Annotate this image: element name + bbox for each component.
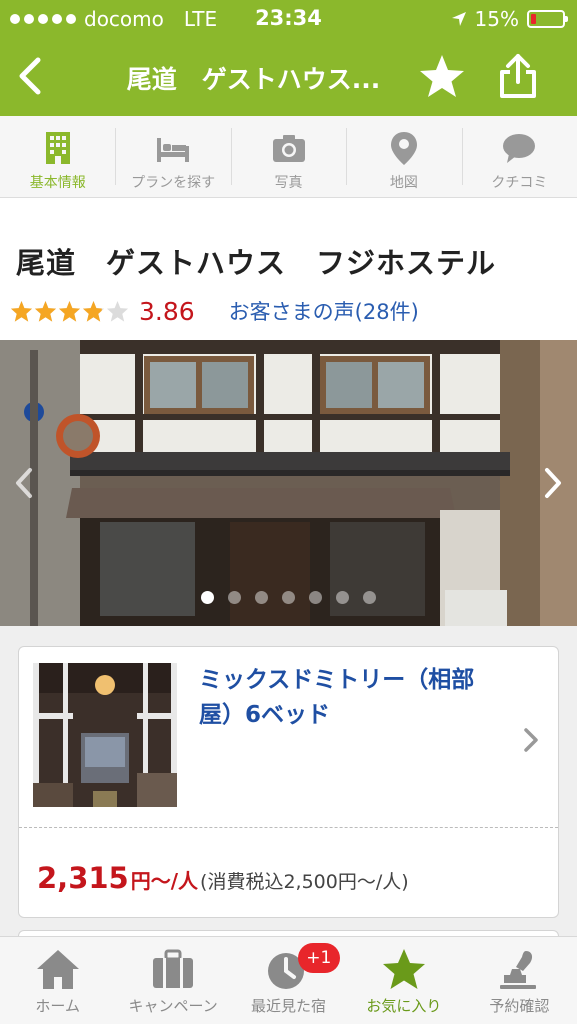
hotel-photo <box>0 340 577 626</box>
tab-basic-info[interactable]: 基本情報 <box>0 116 115 197</box>
tab-label: 写真 <box>274 175 303 191</box>
carousel-indicator <box>0 591 577 604</box>
carousel-dot[interactable] <box>363 591 376 604</box>
bottom-tab-label: 最近見た宿 <box>251 997 327 1015</box>
battery-percent: 15% <box>474 7 519 31</box>
battery-info: 15% <box>451 7 568 31</box>
bottom-tab-recent[interactable]: +1 最近見た宿 <box>231 937 346 1024</box>
reviews-link[interactable]: お客さまの声(28件) <box>229 296 419 326</box>
photo-next-icon[interactable] <box>541 466 563 500</box>
bottom-tab-label: キャンペーン <box>128 997 218 1015</box>
favorite-star-icon[interactable] <box>418 53 466 99</box>
room-thumbnail <box>33 663 177 807</box>
divider <box>19 827 558 828</box>
price-row: 2,315 円〜/人 (消費税込2,500円〜/人) <box>37 861 409 895</box>
bottom-tab-label: お気に入り <box>366 997 442 1015</box>
detail-tab-bar: 基本情報 プランを探す 写真 地図 クチコミ <box>0 116 577 198</box>
carousel-dot[interactable] <box>201 591 214 604</box>
home-icon <box>36 950 79 989</box>
speech-bubble-icon <box>503 134 536 163</box>
rating-row: 3.86 お客さまの声(28件) <box>10 296 419 326</box>
price-tax-note: (消費税込2,500円〜/人) <box>200 871 409 893</box>
tab-label: 基本情報 <box>29 175 86 191</box>
building-icon <box>45 132 70 164</box>
bottom-tab-reservations[interactable]: 予約確認 <box>462 937 577 1024</box>
stamp-icon <box>500 951 537 989</box>
rating-value: 3.86 <box>139 296 195 326</box>
bottom-tab-favorites[interactable]: お気に入り <box>346 937 461 1024</box>
bottom-tab-label: ホーム <box>35 997 80 1015</box>
room-plan-card[interactable]: ミックスドミトリー（相部屋）6ベッド 2,315 円〜/人 (消費税込2,500… <box>18 646 559 918</box>
map-pin-icon <box>390 132 417 165</box>
tab-label: クチコミ <box>491 175 548 191</box>
photo-prev-icon[interactable] <box>14 466 36 500</box>
recent-count-badge: +1 <box>297 943 340 973</box>
hotel-detail: 尾道 ゲストハウス フジホステル 3.86 お客さまの声(28件) <box>0 198 577 626</box>
chevron-right-icon[interactable] <box>522 727 540 753</box>
price-value: 2,315 <box>37 861 129 895</box>
rating-star-icon <box>10 300 33 322</box>
carousel-dot[interactable] <box>255 591 268 604</box>
rating-star-icon <box>106 300 129 322</box>
tab-photos[interactable]: 写真 <box>230 116 346 197</box>
dormitory-photo <box>33 663 177 807</box>
bed-icon <box>157 138 190 162</box>
star-icon <box>382 949 425 989</box>
rating-stars <box>10 300 129 323</box>
room-title[interactable]: ミックスドミトリー（相部屋）6ベッド <box>199 663 499 733</box>
briefcase-icon <box>153 949 194 988</box>
back-icon[interactable] <box>10 52 50 100</box>
page-title: 尾道 ゲストハウス... <box>126 65 381 94</box>
hotel-photo-carousel[interactable] <box>0 340 577 626</box>
share-icon[interactable] <box>496 52 540 100</box>
carousel-dot[interactable] <box>309 591 322 604</box>
tab-plans[interactable]: プランを探す <box>115 116 230 197</box>
rating-star-icon <box>58 300 81 322</box>
rating-star-icon <box>82 300 105 322</box>
nav-bar: 尾道 ゲストハウス... <box>0 38 577 116</box>
location-arrow-icon <box>451 12 466 26</box>
bottom-tab-bar: ホーム キャンペーン +1 最近見た宿 お気に入り 予約確認 <box>0 936 577 1024</box>
tab-label: プランを探す <box>131 175 216 191</box>
bottom-tab-label: 予約確認 <box>489 997 550 1015</box>
bottom-tab-campaign[interactable]: キャンペーン <box>115 937 230 1024</box>
price-unit: 円〜/人 <box>130 869 199 893</box>
status-bar: docomo LTE 23:34 15% <box>0 0 577 38</box>
carousel-dot[interactable] <box>228 591 241 604</box>
camera-icon <box>272 135 305 162</box>
battery-icon <box>527 10 568 28</box>
carousel-dot[interactable] <box>336 591 349 604</box>
bottom-tab-home[interactable]: ホーム <box>0 937 115 1024</box>
rating-star-icon <box>34 300 57 322</box>
tab-reviews[interactable]: クチコミ <box>461 116 577 197</box>
tab-label: 地図 <box>389 175 418 191</box>
carousel-dot[interactable] <box>282 591 295 604</box>
hotel-name: 尾道 ゲストハウス フジホステル <box>16 246 497 280</box>
tab-map[interactable]: 地図 <box>346 116 461 197</box>
